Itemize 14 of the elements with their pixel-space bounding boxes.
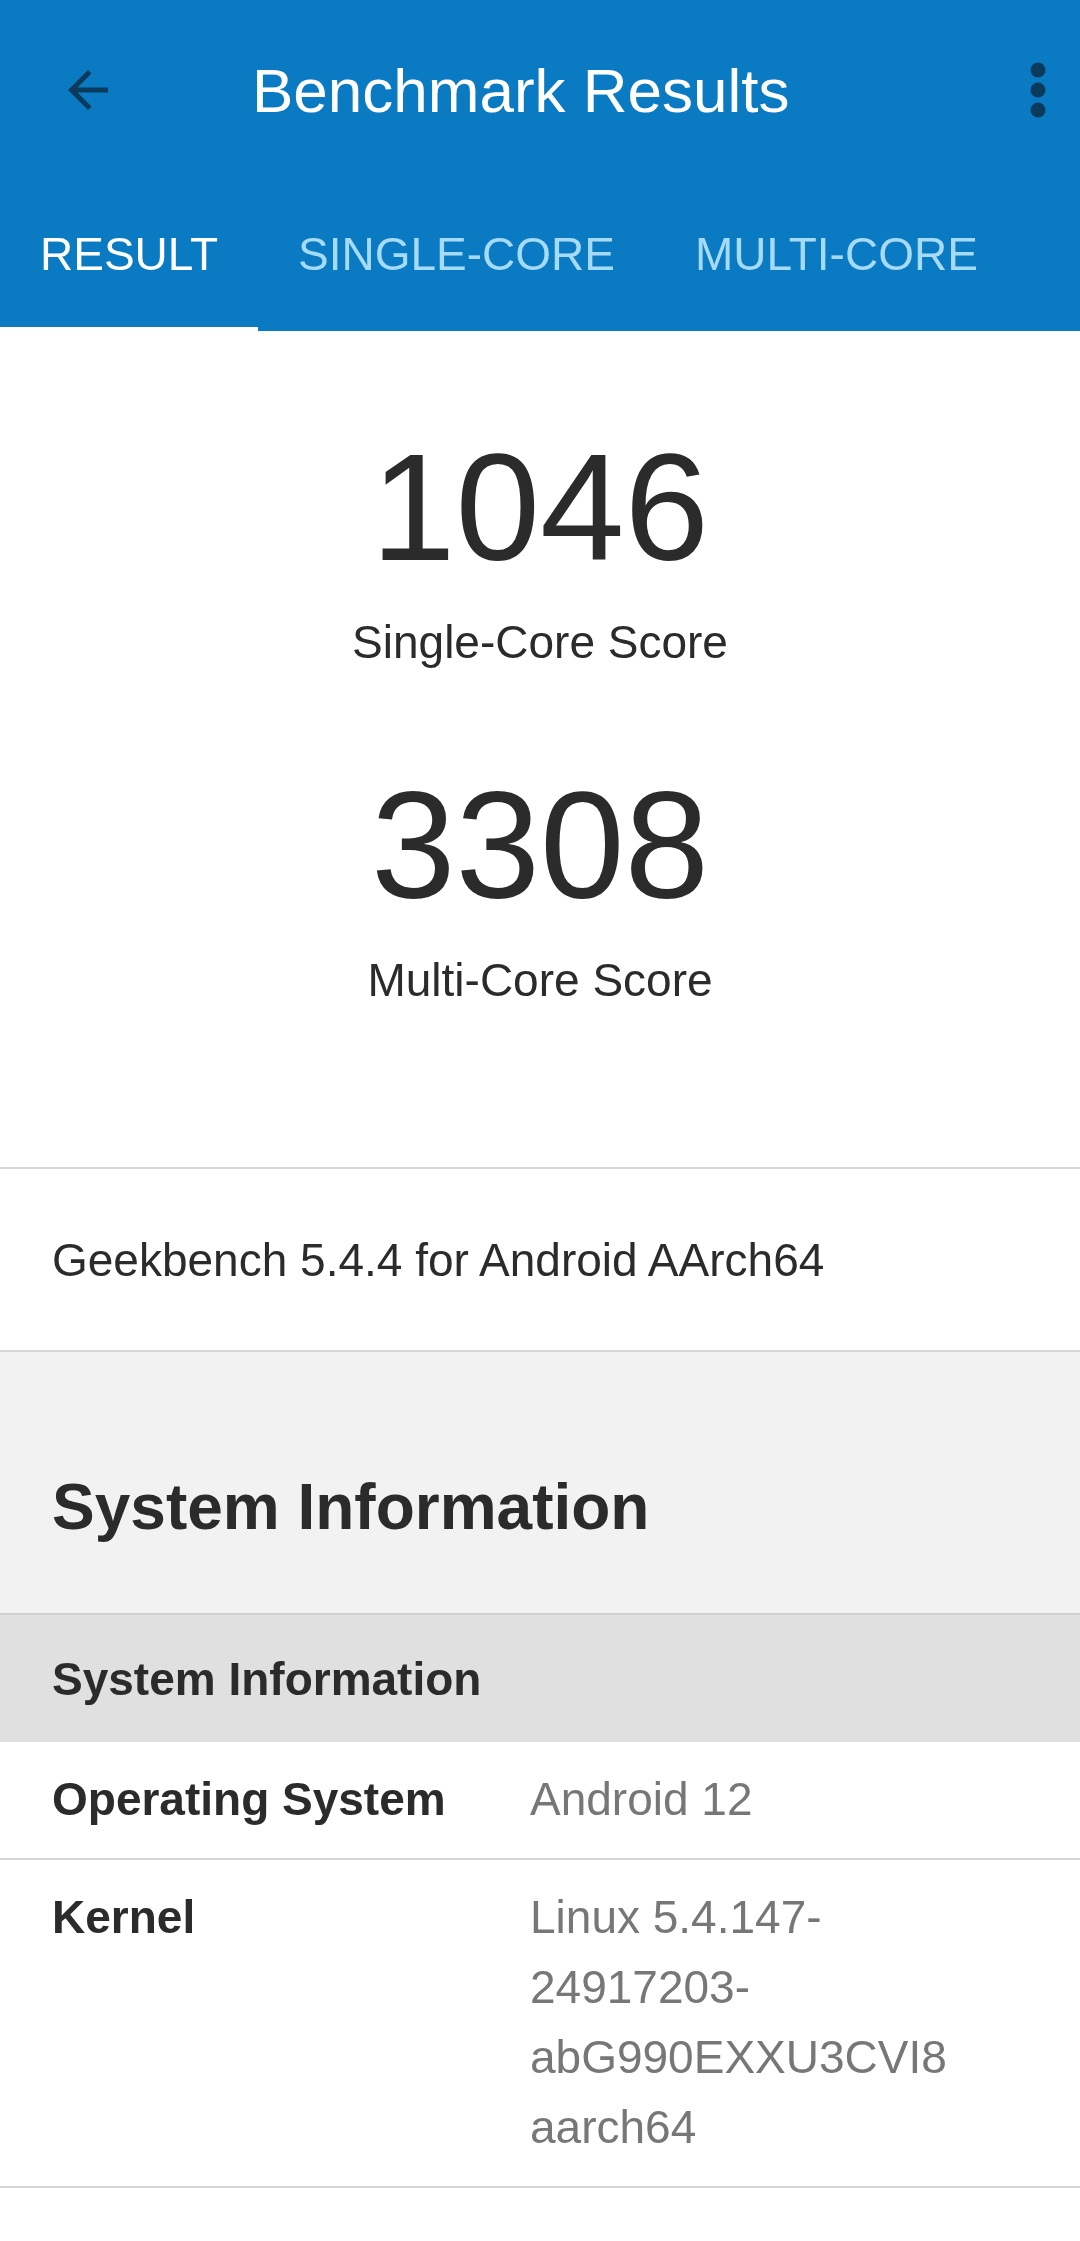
- score-value: 3308: [370, 769, 710, 921]
- tab[interactable]: RESULT: [0, 180, 259, 333]
- row-value: Linux 5.4.147-24917203-abG990EXXU3CVI8 aarch64: [530, 1890, 948, 2155]
- tab[interactable]: SINGLE-CORE: [258, 180, 656, 333]
- row-value: Android 12: [530, 1772, 754, 1827]
- row-label: Kernel: [52, 1890, 197, 1945]
- screen-title: Benchmark Results: [252, 54, 791, 126]
- row-label: Operating System: [52, 1772, 447, 1827]
- score-label: Single-Core Score: [352, 615, 728, 669]
- tab[interactable]: MULTI-CORE: [655, 180, 1018, 333]
- score-label: Multi-Core Score: [367, 953, 713, 1007]
- score-value: 1046: [370, 431, 710, 583]
- section-heading: System Information: [0, 1352, 1080, 1615]
- table-subheader: System Information: [0, 1615, 1080, 1742]
